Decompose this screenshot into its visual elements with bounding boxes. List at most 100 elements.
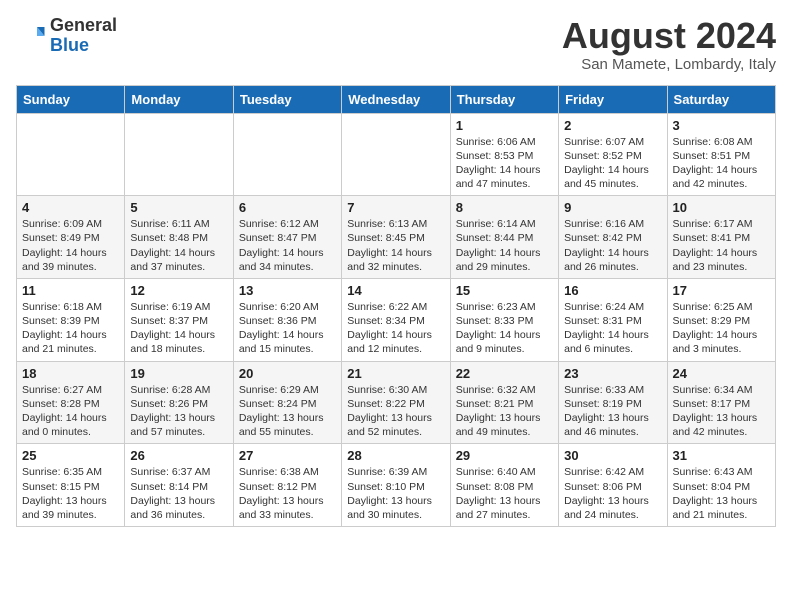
calendar-cell: 1 Sunrise: 6:06 AMSunset: 8:53 PMDaylight…	[450, 113, 558, 196]
calendar-cell: 16Sunrise: 6:24 AMSunset: 8:31 PMDayligh…	[559, 278, 667, 361]
calendar-cell: 11 Sunrise: 6:18 AMSunset: 8:39 PMDayligh…	[17, 278, 125, 361]
cell-info: Sunrise: 6:28 AMSunset: 8:26 PMDaylight:…	[130, 383, 227, 440]
logo-icon	[16, 21, 46, 51]
calendar-cell: 30 Sunrise: 6:42 AMSunset: 8:06 PMDayligh…	[559, 444, 667, 527]
cell-info: Sunrise: 6:42 AMSunset: 8:06 PMDaylight:…	[564, 465, 661, 522]
cell-day-number: 31	[673, 448, 770, 463]
cell-day-number: 15	[456, 283, 553, 298]
cell-info: Sunrise: 6:13 AMSunset: 8:45 PMDaylight:…	[347, 217, 444, 274]
cell-info: Sunrise: 6:43 AMSunset: 8:04 PMDaylight:…	[673, 465, 770, 522]
calendar-cell: 12 Sunrise: 6:19 AMSunset: 8:37 PMDayligh…	[125, 278, 233, 361]
cell-info: Sunrise: 6:24 AMSunset: 8:31 PMDaylight:…	[564, 300, 661, 357]
cell-info: Sunrise: 6:16 AMSunset: 8:42 PMDaylight:…	[564, 217, 661, 274]
logo: General Blue	[16, 16, 117, 56]
calendar-cell: 9 Sunrise: 6:16 AMSunset: 8:42 PMDaylight…	[559, 196, 667, 279]
calendar-cell: 21Sunrise: 6:30 AMSunset: 8:22 PMDayligh…	[342, 361, 450, 444]
cell-day-number: 23	[564, 366, 661, 381]
weekday-header-monday: Monday	[125, 85, 233, 113]
cell-info: Sunrise: 6:06 AMSunset: 8:53 PMDaylight:…	[456, 135, 553, 192]
week-row-4: 18 Sunrise: 6:27 AMSunset: 8:28 PMDayligh…	[17, 361, 776, 444]
cell-info: Sunrise: 6:12 AMSunset: 8:47 PMDaylight:…	[239, 217, 336, 274]
calendar-cell: 4Sunrise: 6:09 AMSunset: 8:49 PMDaylight…	[17, 196, 125, 279]
calendar-cell: 17 Sunrise: 6:25 AMSunset: 8:29 PMDayligh…	[667, 278, 775, 361]
calendar-cell: 18 Sunrise: 6:27 AMSunset: 8:28 PMDayligh…	[17, 361, 125, 444]
cell-day-number: 28	[347, 448, 444, 463]
cell-day-number: 8	[456, 200, 553, 215]
cell-day-number: 4	[22, 200, 119, 215]
cell-day-number: 27	[239, 448, 336, 463]
title-area: August 2024 San Mamete, Lombardy, Italy	[562, 16, 776, 73]
cell-day-number: 9	[564, 200, 661, 215]
cell-day-number: 6	[239, 200, 336, 215]
calendar-cell: 14 Sunrise: 6:22 AMSunset: 8:34 PMDayligh…	[342, 278, 450, 361]
cell-info: Sunrise: 6:07 AMSunset: 8:52 PMDaylight:…	[564, 135, 661, 192]
calendar-cell: 22 Sunrise: 6:32 AMSunset: 8:21 PMDayligh…	[450, 361, 558, 444]
calendar-cell: 2 Sunrise: 6:07 AMSunset: 8:52 PMDaylight…	[559, 113, 667, 196]
cell-info: Sunrise: 6:40 AMSunset: 8:08 PMDaylight:…	[456, 465, 553, 522]
cell-info: Sunrise: 6:29 AMSunset: 8:24 PMDaylight:…	[239, 383, 336, 440]
month-title: August 2024	[562, 16, 776, 56]
weekday-header-row: SundayMondayTuesdayWednesdayThursdayFrid…	[17, 85, 776, 113]
calendar-cell: 13 Sunrise: 6:20 AMSunset: 8:36 PMDayligh…	[233, 278, 341, 361]
weekday-header-friday: Friday	[559, 85, 667, 113]
cell-day-number: 21	[347, 366, 444, 381]
cell-day-number: 5	[130, 200, 227, 215]
cell-info: Sunrise: 6:22 AMSunset: 8:34 PMDaylight:…	[347, 300, 444, 357]
calendar-cell	[342, 113, 450, 196]
cell-day-number: 12	[130, 283, 227, 298]
cell-day-number: 10	[673, 200, 770, 215]
cell-day-number: 11	[22, 283, 119, 298]
cell-day-number: 30	[564, 448, 661, 463]
cell-day-number: 1	[456, 118, 553, 133]
cell-day-number: 13	[239, 283, 336, 298]
cell-info: Sunrise: 6:14 AMSunset: 8:44 PMDaylight:…	[456, 217, 553, 274]
cell-info: Sunrise: 6:27 AMSunset: 8:28 PMDaylight:…	[22, 383, 119, 440]
calendar-cell: 24 Sunrise: 6:34 AMSunset: 8:17 PMDayligh…	[667, 361, 775, 444]
calendar-cell: 5 Sunrise: 6:11 AMSunset: 8:48 PMDaylight…	[125, 196, 233, 279]
week-row-2: 4Sunrise: 6:09 AMSunset: 8:49 PMDaylight…	[17, 196, 776, 279]
calendar-cell	[233, 113, 341, 196]
calendar-cell: 19 Sunrise: 6:28 AMSunset: 8:26 PMDayligh…	[125, 361, 233, 444]
cell-info: Sunrise: 6:25 AMSunset: 8:29 PMDaylight:…	[673, 300, 770, 357]
cell-day-number: 24	[673, 366, 770, 381]
weekday-header-thursday: Thursday	[450, 85, 558, 113]
cell-info: Sunrise: 6:19 AMSunset: 8:37 PMDaylight:…	[130, 300, 227, 357]
cell-day-number: 29	[456, 448, 553, 463]
calendar-cell: 31 Sunrise: 6:43 AMSunset: 8:04 PMDayligh…	[667, 444, 775, 527]
cell-info: Sunrise: 6:32 AMSunset: 8:21 PMDaylight:…	[456, 383, 553, 440]
cell-day-number: 18	[22, 366, 119, 381]
cell-day-number: 7	[347, 200, 444, 215]
calendar-cell	[125, 113, 233, 196]
calendar-cell: 23 Sunrise: 6:33 AMSunset: 8:19 PMDayligh…	[559, 361, 667, 444]
cell-info: Sunrise: 6:34 AMSunset: 8:17 PMDaylight:…	[673, 383, 770, 440]
weekday-header-tuesday: Tuesday	[233, 85, 341, 113]
week-row-5: 25Sunrise: 6:35 AMSunset: 8:15 PMDayligh…	[17, 444, 776, 527]
calendar-cell: 27Sunrise: 6:38 AMSunset: 8:12 PMDayligh…	[233, 444, 341, 527]
cell-info: Sunrise: 6:37 AMSunset: 8:14 PMDaylight:…	[130, 465, 227, 522]
cell-day-number: 26	[130, 448, 227, 463]
cell-info: Sunrise: 6:11 AMSunset: 8:48 PMDaylight:…	[130, 217, 227, 274]
cell-day-number: 2	[564, 118, 661, 133]
cell-info: Sunrise: 6:33 AMSunset: 8:19 PMDaylight:…	[564, 383, 661, 440]
cell-day-number: 14	[347, 283, 444, 298]
cell-info: Sunrise: 6:18 AMSunset: 8:39 PMDaylight:…	[22, 300, 119, 357]
calendar-cell: 8 Sunrise: 6:14 AMSunset: 8:44 PMDaylight…	[450, 196, 558, 279]
cell-day-number: 17	[673, 283, 770, 298]
cell-day-number: 19	[130, 366, 227, 381]
calendar-table: SundayMondayTuesdayWednesdayThursdayFrid…	[16, 85, 776, 527]
weekday-header-saturday: Saturday	[667, 85, 775, 113]
logo-blue-text: Blue	[50, 36, 117, 56]
calendar-cell: 25Sunrise: 6:35 AMSunset: 8:15 PMDayligh…	[17, 444, 125, 527]
calendar-cell: 26 Sunrise: 6:37 AMSunset: 8:14 PMDayligh…	[125, 444, 233, 527]
calendar-cell: 10Sunrise: 6:17 AMSunset: 8:41 PMDayligh…	[667, 196, 775, 279]
location-subtitle: San Mamete, Lombardy, Italy	[562, 56, 776, 73]
calendar-cell: 15Sunrise: 6:23 AMSunset: 8:33 PMDayligh…	[450, 278, 558, 361]
logo-text: General Blue	[50, 16, 117, 56]
weekday-header-wednesday: Wednesday	[342, 85, 450, 113]
week-row-3: 11 Sunrise: 6:18 AMSunset: 8:39 PMDayligh…	[17, 278, 776, 361]
header: General Blue August 2024 San Mamete, Lom…	[16, 16, 776, 73]
cell-info: Sunrise: 6:20 AMSunset: 8:36 PMDaylight:…	[239, 300, 336, 357]
cell-day-number: 22	[456, 366, 553, 381]
cell-info: Sunrise: 6:08 AMSunset: 8:51 PMDaylight:…	[673, 135, 770, 192]
calendar-cell: 20Sunrise: 6:29 AMSunset: 8:24 PMDayligh…	[233, 361, 341, 444]
